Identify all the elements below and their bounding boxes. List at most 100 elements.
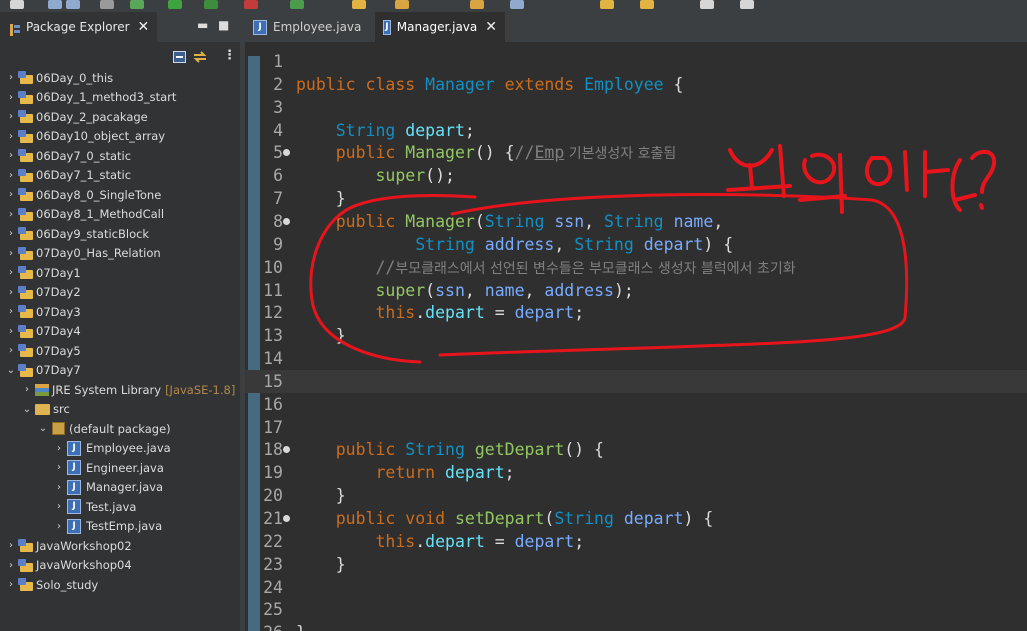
fold-toggle-icon[interactable] <box>283 446 290 454</box>
tree-item[interactable]: › JavaWorkshop04 <box>0 556 240 575</box>
minimize-icon[interactable]: ▬ <box>197 18 208 32</box>
close-icon[interactable]: ✕ <box>485 19 497 35</box>
collapse-all-icon[interactable] <box>173 48 186 63</box>
code-line[interactable]: 5 public Manager() {//Emp 기본생성자 호출됨 <box>245 141 1027 164</box>
tree-item[interactable]: › 06Day8_1_MethodCall <box>0 205 240 224</box>
code-line[interactable]: 26} <box>245 621 1027 631</box>
tree-item[interactable]: › J TestEmp.java <box>0 517 240 536</box>
console-icon[interactable] <box>510 0 524 9</box>
code-line[interactable]: 25 <box>245 598 1027 621</box>
tree-item[interactable]: › 07Day3 <box>0 302 240 321</box>
chevron-right-icon[interactable]: › <box>6 228 16 239</box>
search-icon[interactable] <box>100 0 114 9</box>
view-menu-icon[interactable]: ⋮ <box>223 48 236 63</box>
chevron-right-icon[interactable]: › <box>6 560 16 571</box>
tree-item[interactable]: › Solo_study <box>0 575 240 594</box>
chevron-right-icon[interactable]: › <box>54 482 64 493</box>
tree-item[interactable]: › 06Day7_1_static <box>0 166 240 185</box>
code-line[interactable]: 12 this.depart = depart; <box>245 301 1027 324</box>
save-icon[interactable] <box>48 0 62 9</box>
chevron-right-icon[interactable]: › <box>6 209 16 220</box>
code-line[interactable]: 22 this.depart = depart; <box>245 530 1027 553</box>
chevron-right-icon[interactable]: › <box>54 521 64 532</box>
code-line[interactable]: 24 <box>245 576 1027 599</box>
fold-toggle-icon[interactable] <box>283 149 290 157</box>
tree-item[interactable]: ⌄ (default package) <box>0 419 240 438</box>
link-with-editor-icon[interactable] <box>193 48 207 63</box>
chevron-right-icon[interactable]: › <box>6 540 16 551</box>
run-icon[interactable] <box>168 0 182 9</box>
code-line[interactable]: 16 <box>245 393 1027 416</box>
save-all-icon[interactable] <box>66 0 80 9</box>
tree-item[interactable]: › 06Day9_staticBlock <box>0 224 240 243</box>
tree-item[interactable]: ⌄ src <box>0 400 240 419</box>
debug-icon[interactable] <box>130 0 144 9</box>
tree-item[interactable]: › 07Day4 <box>0 322 240 341</box>
tab-employee-java[interactable]: J Employee.java <box>245 12 375 42</box>
tree-item[interactable]: › 06Day_0_this <box>0 68 240 87</box>
chevron-right-icon[interactable]: › <box>6 287 16 298</box>
tree-item[interactable]: › J Test.java <box>0 497 240 516</box>
package-explorer-tab[interactable]: Package Explorer ✕ <box>0 12 157 42</box>
tree-item[interactable]: › 07Day2 <box>0 283 240 302</box>
code-line[interactable]: 17 <box>245 416 1027 439</box>
chevron-right-icon[interactable]: › <box>54 462 64 473</box>
tree-item[interactable]: › JRE System Library [JavaSE-1.8] <box>0 380 240 399</box>
chevron-right-icon[interactable]: › <box>6 72 16 83</box>
tree-item[interactable]: › 07Day1 <box>0 263 240 282</box>
code-line[interactable]: 23 } <box>245 553 1027 576</box>
chevron-right-icon[interactable]: › <box>6 579 16 590</box>
tree-item[interactable]: › J Manager.java <box>0 478 240 497</box>
chevron-right-icon[interactable]: › <box>6 326 16 337</box>
maximize-icon[interactable]: ■ <box>218 18 229 32</box>
tree-item[interactable]: › 06Day_2_pacakage <box>0 107 240 126</box>
chevron-right-icon[interactable]: › <box>54 443 64 454</box>
new-file-icon[interactable] <box>10 0 24 9</box>
code-line[interactable]: 8 public Manager(String ssn, String name… <box>245 210 1027 233</box>
close-icon[interactable]: ✕ <box>138 19 150 35</box>
chevron-right-icon[interactable]: › <box>6 92 16 103</box>
fold-toggle-icon[interactable] <box>283 217 290 225</box>
task-icon[interactable] <box>470 0 484 9</box>
code-line[interactable]: 18 public String getDepart() { <box>245 438 1027 461</box>
tree-item[interactable]: › 06Day10_object_array <box>0 127 240 146</box>
open-folder-icon[interactable] <box>352 0 366 9</box>
code-line[interactable]: 14 <box>245 347 1027 370</box>
tree-item[interactable]: › 06Day_1_method3_start <box>0 88 240 107</box>
code-line[interactable]: 10 //부모클래스에서 선언된 변수들은 부모클래스 생성자 블럭에서 초기화 <box>245 256 1027 279</box>
tree-item[interactable]: › 07Day5 <box>0 341 240 360</box>
tree-item[interactable]: › 06Day7_0_static <box>0 146 240 165</box>
back-icon[interactable] <box>640 0 654 9</box>
code-line[interactable]: 3 <box>245 96 1027 119</box>
chevron-right-icon[interactable]: › <box>54 501 64 512</box>
tree-item[interactable]: › J Employee.java <box>0 439 240 458</box>
code-line[interactable]: 1 <box>245 50 1027 73</box>
code-line[interactable]: 4 String depart; <box>245 119 1027 142</box>
tree-item[interactable]: ⌄ 07Day7 <box>0 361 240 380</box>
fold-toggle-icon[interactable] <box>283 515 290 522</box>
chevron-right-icon[interactable]: › <box>6 248 16 259</box>
chevron-down-icon[interactable]: ⌄ <box>38 423 48 434</box>
chevron-right-icon[interactable]: › <box>6 306 16 317</box>
tab-manager-java[interactable]: J Manager.java ✕ <box>375 12 505 42</box>
annotation-next-icon[interactable] <box>600 0 614 9</box>
code-line[interactable]: 13 } <box>245 324 1027 347</box>
tree-item[interactable]: › 06Day8_0_SingleTone <box>0 185 240 204</box>
chevron-down-icon[interactable]: ⌄ <box>6 365 16 376</box>
code-line[interactable]: 21 public void setDepart(String depart) … <box>245 507 1027 530</box>
code-line[interactable]: 11 super(ssn, name, address); <box>245 279 1027 302</box>
code-line[interactable]: 15 <box>245 369 1027 393</box>
coverage-icon[interactable] <box>204 0 218 9</box>
code-line[interactable]: 19 return depart; <box>245 461 1027 484</box>
code-line[interactable]: 7 } <box>245 187 1027 210</box>
tree-item[interactable]: › JavaWorkshop02 <box>0 536 240 555</box>
external-tools-icon[interactable] <box>244 0 258 9</box>
chevron-right-icon[interactable]: › <box>6 111 16 122</box>
chevron-right-icon[interactable]: › <box>22 384 32 395</box>
code-line[interactable]: 9 String address, String depart) { <box>245 233 1027 256</box>
chevron-right-icon[interactable]: › <box>6 131 16 142</box>
code-line[interactable]: 20 } <box>245 484 1027 507</box>
new-class-icon[interactable] <box>290 0 304 9</box>
chevron-right-icon[interactable]: › <box>6 267 16 278</box>
forward-icon[interactable] <box>700 0 714 9</box>
